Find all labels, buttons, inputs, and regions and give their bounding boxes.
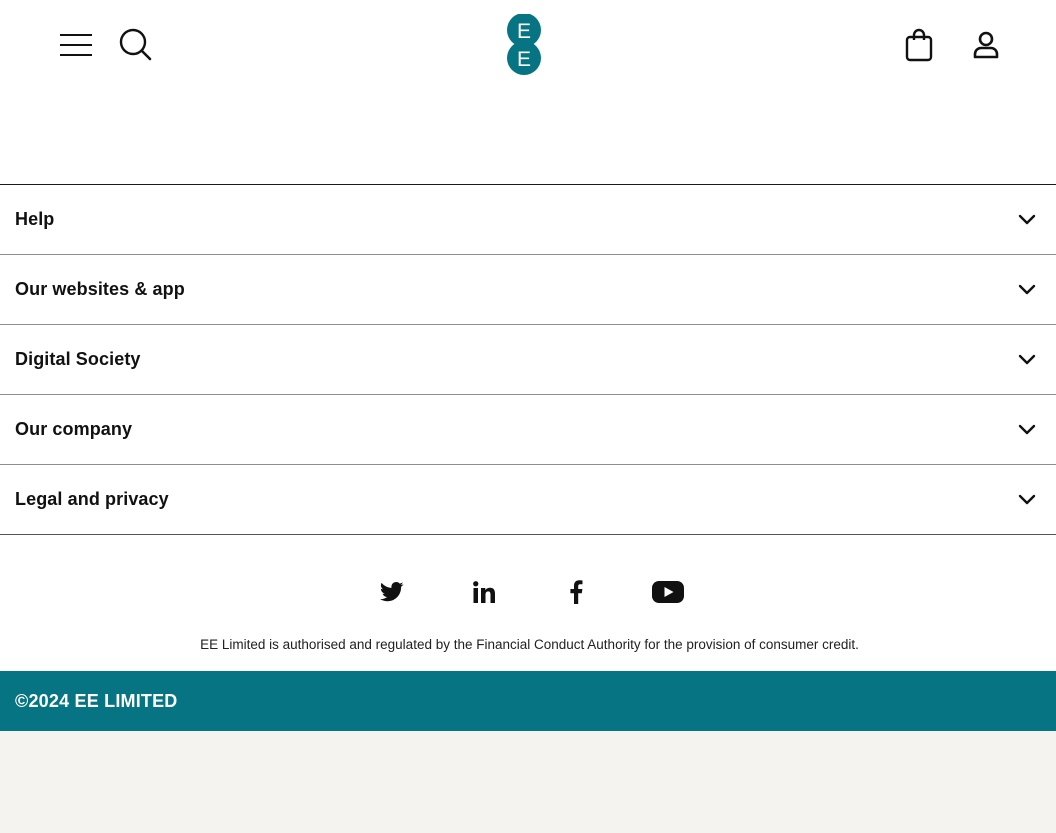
- facebook-link[interactable]: [556, 572, 596, 612]
- user-account-icon: [973, 31, 999, 59]
- ee-logo[interactable]: E E: [505, 14, 543, 76]
- youtube-link[interactable]: [648, 572, 688, 612]
- shopping-bag-icon: [905, 28, 933, 62]
- chevron-down-icon: [1016, 489, 1038, 511]
- logo-letter-top: E: [517, 20, 531, 43]
- accordion-label: Help: [15, 209, 55, 229]
- accordion-label: Digital Society: [15, 349, 141, 369]
- copyright-bar: ©2024 EE LIMITED: [0, 671, 1056, 731]
- social-links: [0, 572, 1056, 612]
- twitter-link[interactable]: [372, 572, 412, 612]
- site-header: E E: [0, 0, 1056, 90]
- youtube-icon: [652, 581, 684, 603]
- regulatory-notice: EE Limited is authorised and regulated b…: [200, 637, 859, 652]
- logo-letter-bottom: E: [517, 48, 531, 71]
- chevron-down-icon: [1016, 349, 1038, 371]
- accordion-label: Our websites & app: [15, 279, 185, 299]
- accordion-item-websites-app[interactable]: Our websites & app: [0, 255, 1056, 325]
- page: E E Help Our websites & app Digital Soci…: [0, 0, 1056, 833]
- search-button[interactable]: [115, 24, 157, 66]
- menu-button[interactable]: [56, 26, 96, 64]
- facebook-icon: [570, 580, 583, 604]
- accordion-label: Legal and privacy: [15, 489, 169, 509]
- ee-logo-mark: E E: [507, 14, 541, 75]
- accordion-item-help[interactable]: Help: [0, 185, 1056, 255]
- accordion-item-legal-privacy[interactable]: Legal and privacy: [0, 465, 1056, 535]
- account-button[interactable]: [965, 24, 1007, 66]
- copyright-text: ©2024 EE LIMITED: [15, 690, 178, 711]
- accordion-item-digital-society[interactable]: Digital Society: [0, 325, 1056, 395]
- footer-accordion: Help Our websites & app Digital Society …: [0, 184, 1056, 535]
- hamburger-menu-icon: [60, 34, 92, 56]
- accordion-label: Our company: [15, 419, 133, 439]
- basket-button[interactable]: [899, 24, 939, 66]
- linkedin-icon: [473, 581, 495, 603]
- chevron-down-icon: [1016, 209, 1038, 231]
- page-content-area: E E Help Our websites & app Digital Soci…: [0, 0, 1056, 671]
- linkedin-link[interactable]: [464, 572, 504, 612]
- chevron-down-icon: [1016, 279, 1038, 301]
- accordion-item-our-company[interactable]: Our company: [0, 395, 1056, 465]
- twitter-icon: [380, 582, 404, 602]
- chevron-down-icon: [1016, 419, 1038, 441]
- search-icon: [119, 28, 152, 61]
